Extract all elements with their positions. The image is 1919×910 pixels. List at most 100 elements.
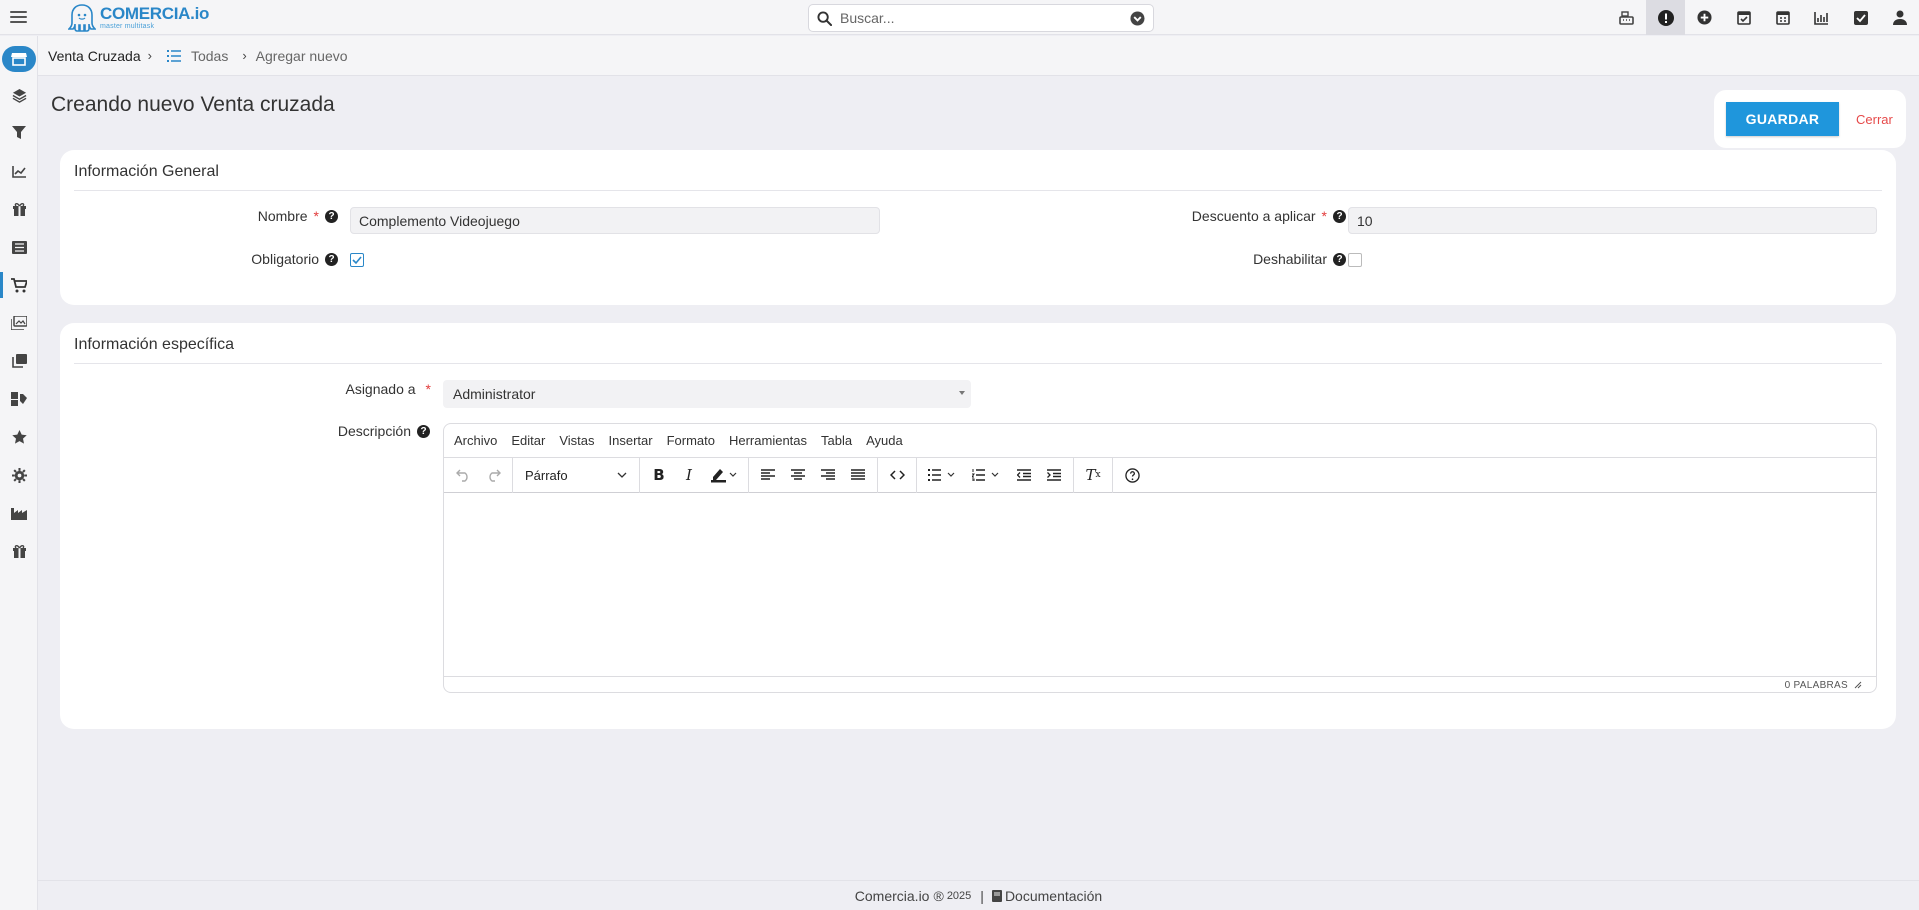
app-logo[interactable]: COMERCIA.io master multitask (68, 0, 209, 35)
undo-icon[interactable] (448, 461, 478, 489)
align-justify-icon[interactable] (843, 461, 873, 489)
required-marker: * (1321, 208, 1327, 224)
help-icon[interactable]: ? (325, 209, 338, 223)
sidebar-item-images[interactable] (0, 304, 38, 342)
block-format-value: Párrafo (525, 467, 568, 483)
user-icon[interactable] (1880, 0, 1919, 35)
search-options-chevron-icon[interactable] (1130, 10, 1145, 26)
nombre-field[interactable] (350, 207, 880, 234)
redo-icon[interactable] (478, 461, 508, 489)
editor-menu-ayuda[interactable]: Ayuda (866, 433, 903, 448)
editor-menu-herramientas[interactable]: Herramientas (729, 433, 807, 448)
asignado-selected-value: Administrator (453, 386, 536, 402)
align-right-icon[interactable] (813, 461, 843, 489)
asignado-select[interactable]: Administrator (443, 380, 971, 408)
book-icon (991, 889, 1002, 902)
breadcrumb-module[interactable]: Venta Cruzada (48, 48, 141, 64)
save-button[interactable]: GUARDAR (1726, 102, 1839, 136)
gift-icon (12, 203, 26, 216)
sidebar-item-favorites[interactable] (0, 418, 38, 456)
sidebar-item-copies[interactable] (0, 342, 38, 380)
hamburger-menu-icon[interactable] (10, 8, 27, 25)
layers-icon (12, 88, 26, 103)
editor-menu-editar[interactable]: Editar (511, 433, 545, 448)
bold-icon[interactable]: B (644, 461, 674, 489)
obligatorio-label: Obligatorio ? (60, 250, 338, 268)
footer-docs-link[interactable]: Documentación (1005, 888, 1102, 904)
help-icon[interactable]: ? (1333, 252, 1346, 266)
editor-menu-insertar[interactable]: Insertar (609, 433, 653, 448)
help-icon[interactable]: ? (325, 252, 338, 266)
sidebar-item-filter[interactable] (0, 114, 38, 152)
breadcrumb-list[interactable]: Todas (161, 48, 228, 64)
sidebar-item-layers[interactable] (0, 76, 38, 114)
image-icon (11, 316, 27, 330)
resize-handle-icon[interactable] (1854, 681, 1862, 689)
section-title: Información General (74, 163, 219, 180)
italic-icon[interactable]: I (674, 461, 704, 489)
bullet-list-icon[interactable] (921, 461, 965, 489)
sidebar-item-cross-sell[interactable] (0, 266, 38, 304)
clear-formatting-icon[interactable]: Tx (1078, 461, 1108, 489)
asignado-label: Asignado a * (60, 380, 431, 398)
footer-year: 2025 (946, 889, 972, 902)
logo-name: COMERCIA.io (100, 4, 210, 23)
deshabilitar-checkbox[interactable] (1348, 253, 1362, 267)
obligatorio-label-text: Obligatorio (251, 251, 319, 267)
sidebar-item-gifts[interactable] (0, 190, 38, 228)
toolbar-group-format: Párrafo (513, 457, 640, 493)
descripcion-label: Descripción ? (60, 422, 430, 440)
highlight-color-icon[interactable] (704, 461, 744, 489)
toolbar-group-lists (917, 457, 1074, 493)
sidebar-item-list[interactable] (0, 228, 38, 266)
close-link[interactable]: Cerrar (1856, 112, 1893, 127)
editor-menu-formato[interactable]: Formato (667, 433, 715, 448)
gift-alt-icon (12, 545, 26, 558)
align-center-icon[interactable] (783, 461, 813, 489)
calendar-icon[interactable] (1763, 0, 1802, 35)
search-input[interactable] (840, 10, 1130, 26)
sidebar-item-store[interactable] (0, 40, 38, 78)
indent-icon[interactable] (1039, 461, 1069, 489)
help-icon[interactable]: ? (1333, 209, 1346, 223)
sidebar-item-settings[interactable] (0, 456, 38, 494)
divider (74, 190, 1882, 191)
sidebar-item-suppliers[interactable] (0, 494, 38, 532)
align-left-icon[interactable] (753, 461, 783, 489)
gear-icon (11, 467, 27, 483)
cash-register-icon[interactable] (1607, 0, 1646, 35)
asignado-label-text: Asignado a (345, 381, 416, 397)
sidebar-item-stats[interactable] (0, 152, 38, 190)
top-toolbar (1607, 0, 1919, 35)
descuento-field[interactable] (1348, 207, 1877, 234)
sidebar-item-promotions[interactable] (0, 532, 38, 570)
alert-icon[interactable] (1646, 0, 1685, 35)
block-format-select[interactable]: Párrafo (517, 461, 635, 489)
calendar-check-icon[interactable] (1724, 0, 1763, 35)
footer: Comercia.io ® 2025 | Documentación (38, 880, 1919, 910)
checkbox-icon[interactable] (1841, 0, 1880, 35)
numbered-list-icon[interactable] (965, 461, 1009, 489)
code-icon[interactable] (882, 461, 912, 489)
plus-circle-icon[interactable] (1685, 0, 1724, 35)
sidebar-item-tags[interactable] (0, 380, 38, 418)
footer-brand: Comercia.io (854, 887, 930, 904)
obligatorio-checkbox[interactable] (350, 253, 364, 267)
help-circle-icon[interactable] (1117, 461, 1147, 489)
editor-menu-tabla[interactable]: Tabla (821, 433, 852, 448)
help-icon[interactable]: ? (417, 424, 430, 438)
list-icon (11, 240, 27, 254)
chart-icon[interactable] (1802, 0, 1841, 35)
form-actions: GUARDAR Cerrar (1714, 90, 1906, 148)
outdent-icon[interactable] (1009, 461, 1039, 489)
editor-menu-vistas[interactable]: Vistas (559, 433, 594, 448)
editor-content-area[interactable] (444, 493, 1876, 676)
divider (74, 363, 1882, 364)
editor-menu-archivo[interactable]: Archivo (454, 433, 497, 448)
description-editor: Archivo Editar Vistas Insertar Formato H… (443, 423, 1877, 693)
section-title: Información específica (74, 336, 235, 353)
footer-copyright: ® (933, 887, 944, 904)
required-marker: * (313, 208, 319, 224)
breadcrumb: Venta Cruzada › Todas › Agregar nuevo (38, 36, 1919, 76)
breadcrumb-chevron-icon: › (147, 48, 152, 63)
